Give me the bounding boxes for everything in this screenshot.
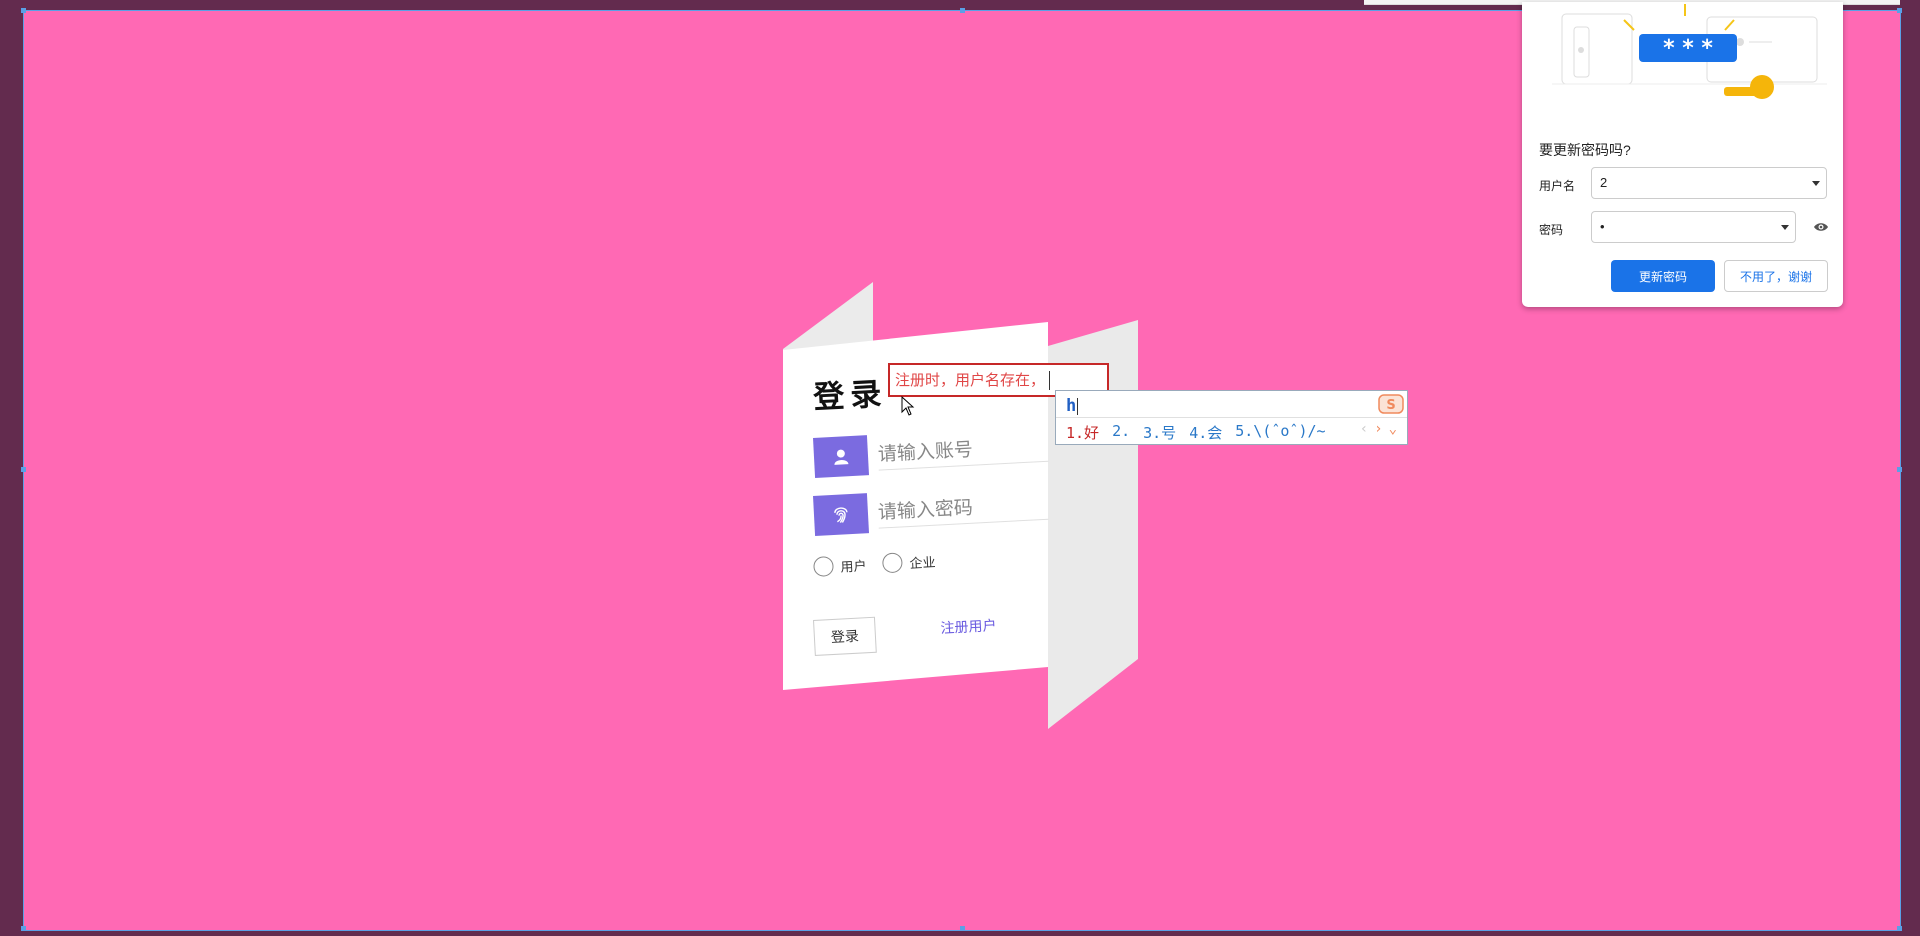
- error-message-text: 注册时，用户名存在，: [895, 371, 1046, 389]
- radio-enterprise-label: 企业: [909, 555, 936, 572]
- ime-candidate[interactable]: 1.好: [1066, 422, 1099, 443]
- selection-handle[interactable]: [21, 926, 26, 931]
- ime-candidate[interactable]: 3.号: [1143, 422, 1176, 443]
- password-value: •: [1600, 219, 1605, 234]
- radio-circle[interactable]: [813, 555, 835, 577]
- username-value: 2: [1600, 175, 1608, 190]
- popup-question: 要更新密码吗?: [1539, 142, 1631, 158]
- ime-nav: ‹ › ⌄: [1360, 421, 1397, 437]
- mouse-cursor-icon: [901, 396, 915, 416]
- sogou-logo-icon: S: [1378, 394, 1404, 414]
- login-title: 登录: [812, 376, 889, 416]
- svg-text:S: S: [1386, 398, 1395, 413]
- password-illustration: * * *: [1552, 4, 1827, 99]
- password-input[interactable]: [877, 487, 1049, 529]
- selection-handle[interactable]: [1897, 467, 1902, 472]
- selection-handle[interactable]: [21, 467, 26, 472]
- eye-icon[interactable]: [1813, 221, 1829, 233]
- password-select[interactable]: •: [1591, 211, 1796, 243]
- user-icon: [813, 435, 870, 478]
- radio-user-label: 用户: [840, 558, 867, 576]
- ime-divider: [1056, 417, 1407, 418]
- password-update-popup: * * * 要更新密码吗? 用户名 2 密码 • 更新密码 不用了，谢谢: [1522, 2, 1843, 307]
- radio-user[interactable]: 用户: [813, 554, 867, 577]
- no-thanks-button[interactable]: 不用了，谢谢: [1724, 260, 1828, 292]
- radio-enterprise[interactable]: 企业: [881, 551, 936, 574]
- chevron-down-icon: [1812, 181, 1820, 186]
- prev-page-icon[interactable]: ‹: [1360, 421, 1368, 437]
- login-button[interactable]: 登录: [813, 616, 877, 656]
- ime-candidate[interactable]: 2.: [1112, 422, 1130, 443]
- radio-circle[interactable]: [881, 552, 903, 574]
- selection-handle[interactable]: [21, 8, 26, 13]
- expand-icon[interactable]: ⌄: [1389, 421, 1397, 437]
- fingerprint-icon: [813, 493, 870, 536]
- ime-candidate[interactable]: 4.会: [1189, 422, 1222, 443]
- text-caret: [1049, 371, 1051, 390]
- register-link[interactable]: 注册用户: [940, 615, 997, 638]
- chevron-down-icon: [1781, 225, 1789, 230]
- selection-handle[interactable]: [1897, 8, 1902, 13]
- ime-candidate-window: h S 1.好 2. 3.号 4.会 5.\(ˆoˆ)/~ ‹ › ⌄: [1055, 390, 1408, 445]
- ime-candidates: 1.好 2. 3.号 4.会 5.\(ˆoˆ)/~: [1066, 422, 1326, 443]
- selection-handle[interactable]: [960, 8, 965, 13]
- selection-handle[interactable]: [960, 926, 965, 931]
- password-label: 密码: [1539, 223, 1564, 237]
- svg-text:* * *: * * *: [1663, 36, 1713, 61]
- ime-composition: h: [1066, 396, 1079, 416]
- ime-candidate[interactable]: 5.\(ˆoˆ)/~: [1235, 422, 1325, 443]
- username-select[interactable]: 2: [1591, 167, 1827, 199]
- selection-handle[interactable]: [1897, 926, 1902, 931]
- next-page-icon[interactable]: ›: [1374, 421, 1382, 437]
- update-password-button[interactable]: 更新密码: [1611, 260, 1715, 292]
- username-label: 用户名: [1539, 179, 1576, 193]
- account-input[interactable]: [877, 429, 1049, 471]
